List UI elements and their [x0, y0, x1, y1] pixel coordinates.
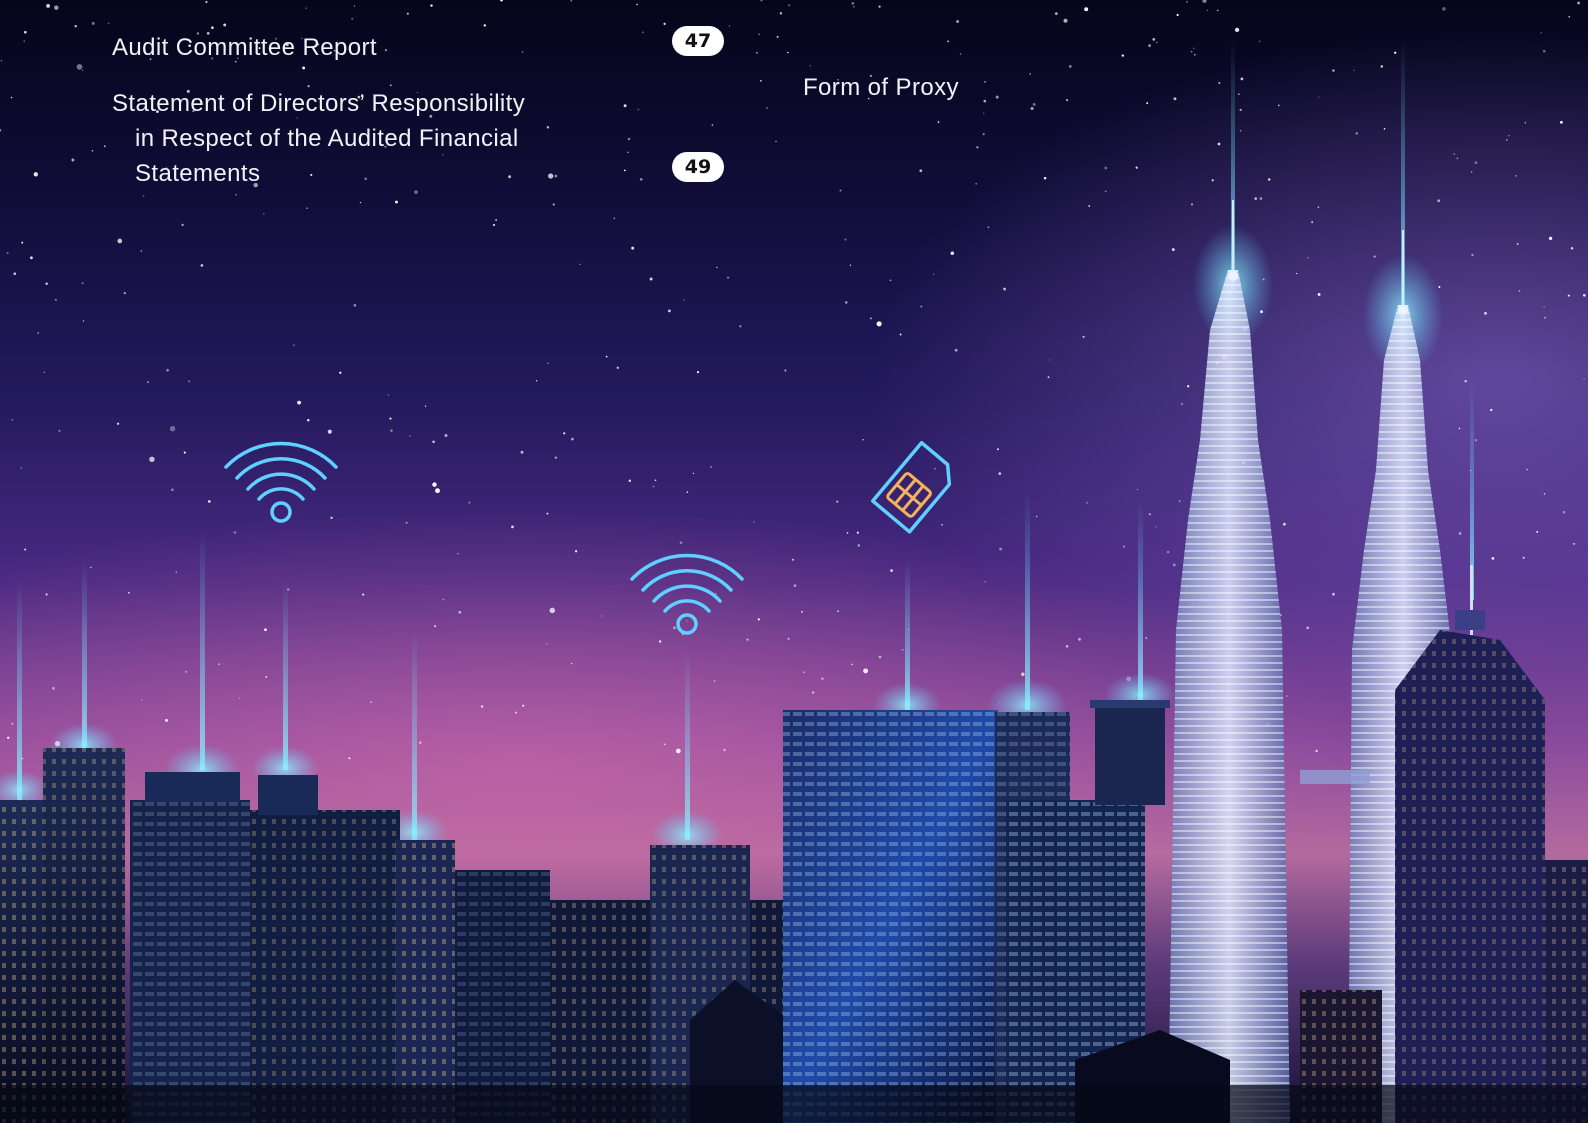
page-number-badge: 47 — [672, 26, 724, 56]
toc-item-title-line: Statement of Directors’ Responsibility — [112, 90, 526, 117]
toc-item-title: Audit Committee Report — [112, 34, 377, 61]
toc-item-form-of-proxy[interactable]: Form of Proxy — [803, 70, 959, 105]
toc-item-statement-of-directors-responsibility[interactable]: Statement of Directors’ Responsibility i… — [112, 86, 525, 191]
toc-item-audit-committee-report[interactable]: Audit Committee Report — [112, 30, 377, 65]
toc-item-title-line: Statements — [135, 160, 261, 187]
table-of-contents: Audit Committee Report 47 Statement of D… — [0, 0, 1588, 1123]
toc-item-title-line: in Respect of the Audited Financial — [135, 125, 519, 152]
page-number-badge: 49 — [672, 152, 724, 182]
toc-item-title: Form of Proxy — [803, 74, 959, 101]
